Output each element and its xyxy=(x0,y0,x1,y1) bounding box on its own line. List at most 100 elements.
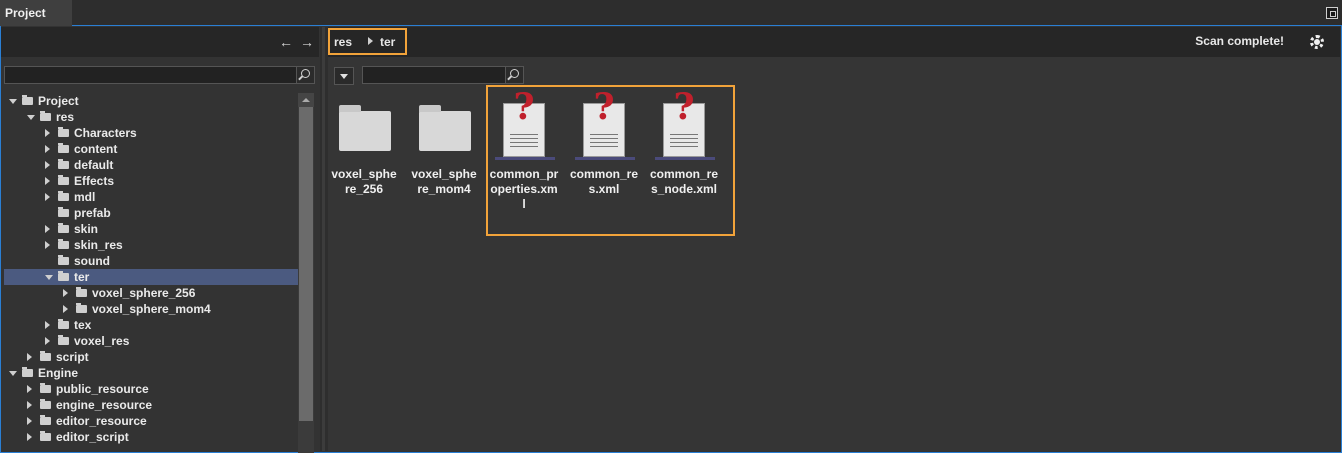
pane-splitter[interactable] xyxy=(320,27,328,451)
tree-item-label: Characters xyxy=(74,126,137,140)
item-name: voxel_sphere_256 xyxy=(331,167,397,196)
arrow-right-icon[interactable]: → xyxy=(299,34,315,50)
expand-right-icon[interactable] xyxy=(27,417,32,425)
breadcrumb: res ter xyxy=(328,28,407,55)
expand-right-icon[interactable] xyxy=(27,401,32,409)
folder-icon xyxy=(58,223,69,233)
folder-icon xyxy=(40,399,51,409)
tree-item[interactable]: editor_resource xyxy=(4,413,298,429)
folder-icon xyxy=(76,287,87,297)
tree-item[interactable]: Engine xyxy=(4,365,298,381)
folder-icon xyxy=(58,239,69,249)
expand-down-icon[interactable] xyxy=(9,371,17,376)
expand-right-icon[interactable] xyxy=(45,177,50,185)
expand-right-icon[interactable] xyxy=(45,145,50,153)
folder-icon xyxy=(419,105,471,151)
expand-right-icon[interactable] xyxy=(27,433,32,441)
scrollbar-thumb[interactable] xyxy=(299,107,313,421)
expand-right-icon[interactable] xyxy=(45,129,50,137)
scan-status: Scan complete! xyxy=(1195,34,1284,48)
tree-item-label: editor_resource xyxy=(56,414,147,428)
tree-item[interactable]: ter xyxy=(4,269,298,285)
folder-icon xyxy=(58,159,69,169)
tree-item-label: sound xyxy=(74,254,110,268)
content-pane: res ter Scan complete! voxel_sphere_256 v… xyxy=(328,27,1340,451)
tab-bar: Project xyxy=(0,0,1342,26)
highlight-box xyxy=(486,85,735,236)
expand-right-icon[interactable] xyxy=(45,161,50,169)
tree-item-label: voxel_sphere_mom4 xyxy=(92,302,211,316)
tree-item[interactable]: prefab xyxy=(4,205,298,221)
tree-item[interactable]: Characters xyxy=(4,125,298,141)
tree-item[interactable]: mdl xyxy=(4,189,298,205)
arrow-left-icon[interactable]: ← xyxy=(278,34,294,50)
tree-item[interactable]: script xyxy=(4,349,298,365)
tree-item[interactable]: default xyxy=(4,157,298,173)
expand-down-icon[interactable] xyxy=(27,115,35,120)
tree-item[interactable]: sound xyxy=(4,253,298,269)
expand-right-icon[interactable] xyxy=(45,193,50,201)
folder-icon xyxy=(58,319,69,329)
tree-item[interactable]: skin_res xyxy=(4,237,298,253)
folder-icon xyxy=(58,143,69,153)
folder-icon xyxy=(40,431,51,441)
folder-item[interactable]: voxel_sphere_mom4 xyxy=(409,97,479,217)
search-icon xyxy=(301,69,310,78)
tree-item-label: prefab xyxy=(74,206,111,220)
tree-item-label: ter xyxy=(74,270,90,284)
folder-icon xyxy=(58,207,69,217)
chevron-right-icon xyxy=(368,37,373,45)
content-search-input[interactable] xyxy=(362,66,524,84)
tree-item[interactable]: voxel_res xyxy=(4,333,298,349)
expand-down-icon[interactable] xyxy=(45,275,53,280)
tree-item[interactable]: Effects xyxy=(4,173,298,189)
tree-item[interactable]: skin xyxy=(4,221,298,237)
tree-item-label: mdl xyxy=(74,190,96,204)
tree-item[interactable]: voxel_sphere_mom4 xyxy=(4,301,298,317)
folder-icon xyxy=(76,303,87,313)
folder-icon xyxy=(339,105,391,151)
tree-item[interactable]: voxel_sphere_256 xyxy=(4,285,298,301)
breadcrumb-ter[interactable]: ter xyxy=(380,35,395,49)
tree-item-label: tex xyxy=(74,318,92,332)
tree-search-input[interactable] xyxy=(4,66,315,84)
expand-right-icon[interactable] xyxy=(27,353,32,361)
scroll-up-icon[interactable] xyxy=(298,93,314,107)
expand-right-icon[interactable] xyxy=(45,337,50,345)
expand-right-icon[interactable] xyxy=(45,321,50,329)
tree-item-label: voxel_res xyxy=(74,334,130,348)
breadcrumb-res[interactable]: res xyxy=(334,35,352,49)
folder-icon xyxy=(40,351,51,361)
tree-item[interactable]: public_resource xyxy=(4,381,298,397)
tree-item-label: skin_res xyxy=(74,238,123,252)
folder-icon xyxy=(40,383,51,393)
tree-item[interactable]: editor_script xyxy=(4,429,298,445)
tree-item-label: engine_resource xyxy=(56,398,153,412)
tree-item[interactable]: engine_resource xyxy=(4,397,298,413)
expand-right-icon[interactable] xyxy=(45,241,50,249)
tree-item-label: res xyxy=(56,110,75,124)
tree-search-button[interactable] xyxy=(296,67,314,83)
gear-icon[interactable] xyxy=(1310,35,1324,49)
tree-scrollbar[interactable] xyxy=(298,93,314,453)
folder-icon xyxy=(40,415,51,425)
content-search-button[interactable] xyxy=(505,67,523,83)
expand-right-icon[interactable] xyxy=(27,385,32,393)
item-name: voxel_sphere_mom4 xyxy=(411,167,477,196)
tree-item[interactable]: res xyxy=(4,109,298,125)
tree-item[interactable]: tex xyxy=(4,317,298,333)
view-options-dropdown[interactable] xyxy=(334,67,354,85)
expand-right-icon[interactable] xyxy=(63,289,68,297)
expand-right-icon[interactable] xyxy=(45,225,50,233)
expand-down-icon[interactable] xyxy=(9,99,17,104)
tree-item[interactable]: Project xyxy=(4,93,298,109)
folder-item[interactable]: voxel_sphere_256 xyxy=(329,97,399,217)
folder-icon xyxy=(58,175,69,185)
expand-right-icon[interactable] xyxy=(63,305,68,313)
tab-project[interactable]: Project xyxy=(0,0,72,26)
dock-pin-icon[interactable] xyxy=(1326,7,1338,19)
tree-item-label: public_resource xyxy=(56,382,149,396)
folder-icon xyxy=(58,335,69,345)
tree-item[interactable]: content xyxy=(4,141,298,157)
tree-item-label: content xyxy=(74,142,118,156)
